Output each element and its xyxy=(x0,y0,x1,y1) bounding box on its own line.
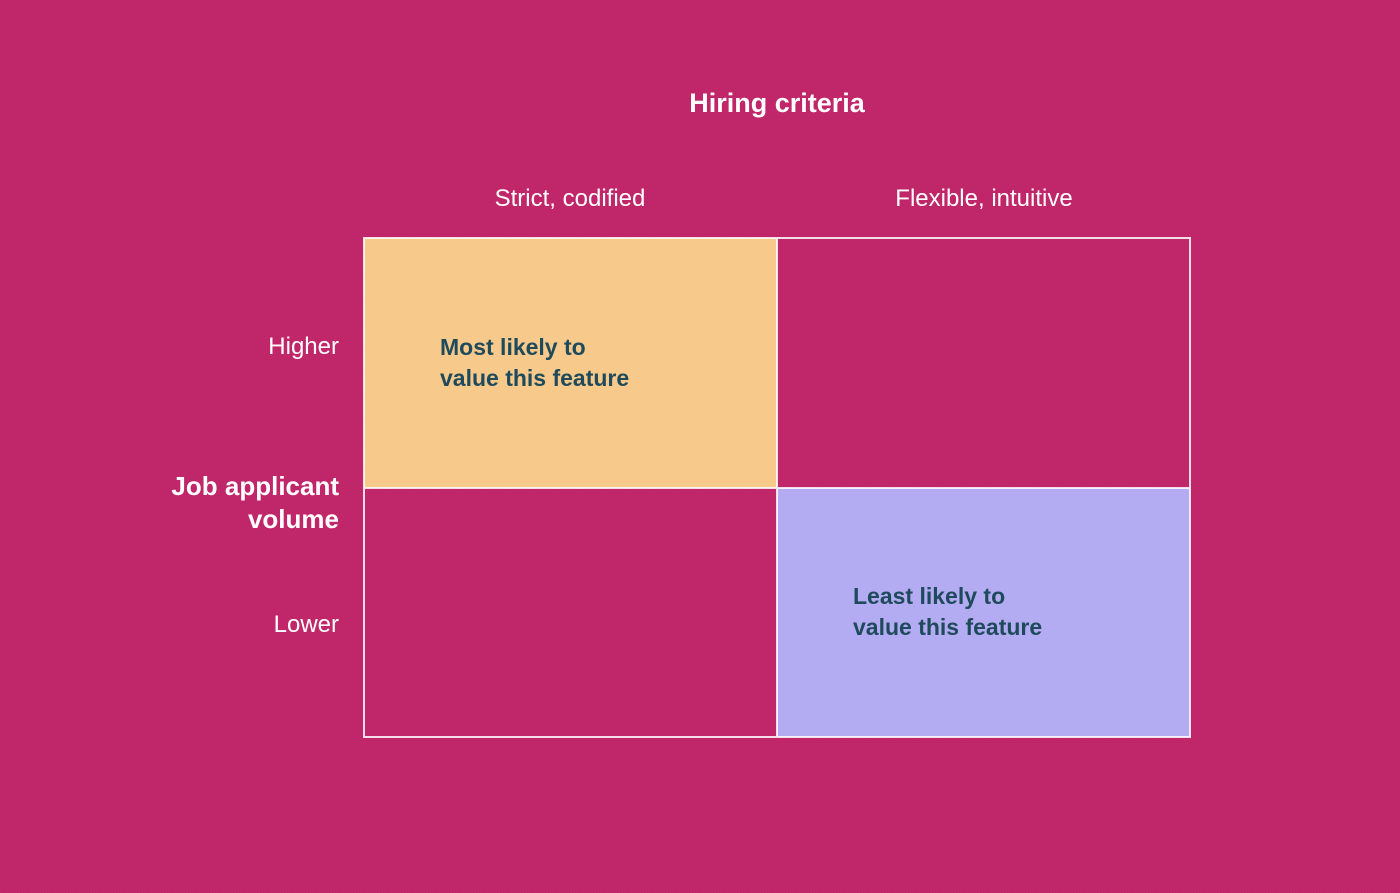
cell-line: value this feature xyxy=(440,365,629,391)
y-axis-title: Job applicant volume xyxy=(149,470,339,535)
quadrant-higher-flexible xyxy=(777,238,1190,488)
row-header-top: Higher xyxy=(149,333,339,361)
column-header-left: Strict, codified xyxy=(363,185,777,213)
matrix-grid: Most likely to value this feature Least … xyxy=(363,237,1191,738)
quadrant-higher-strict: Most likely to value this feature xyxy=(364,238,777,488)
cell-line: Most likely to xyxy=(440,334,586,360)
cell-line: value this feature xyxy=(853,614,1042,640)
quadrant-lower-flexible: Least likely to value this feature xyxy=(777,488,1190,738)
quadrant-label-least-likely: Least likely to value this feature xyxy=(853,581,1042,643)
quadrant-label-most-likely: Most likely to value this feature xyxy=(440,332,629,394)
x-axis-title: Hiring criteria xyxy=(363,88,1191,119)
quadrant-lower-strict xyxy=(364,488,777,738)
column-header-right: Flexible, intuitive xyxy=(777,185,1191,213)
cell-line: Least likely to xyxy=(853,583,1005,609)
row-header-bottom: Lower xyxy=(149,611,339,639)
